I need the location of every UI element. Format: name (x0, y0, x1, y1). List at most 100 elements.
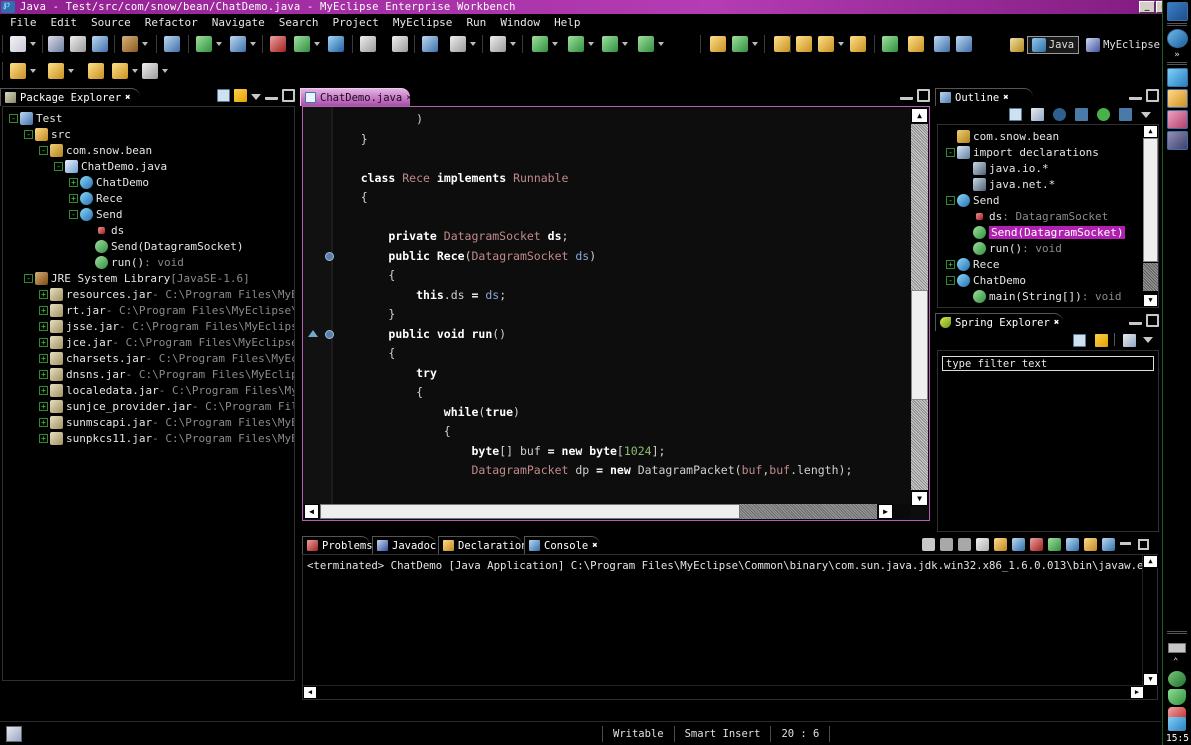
run-icon[interactable] (566, 34, 586, 54)
outline-tree[interactable]: com.snow.bean-import declarationsjava.io… (938, 125, 1140, 304)
collapse-all-icon[interactable] (1009, 108, 1022, 121)
close-icon[interactable]: ✖ (125, 93, 130, 103)
save-icon[interactable] (46, 34, 66, 54)
myeclipse-window-icon[interactable] (1167, 68, 1188, 87)
collapse-icon[interactable]: - (9, 114, 18, 123)
external-tools-icon[interactable] (636, 34, 656, 54)
tree-item[interactable]: -Send (7, 206, 294, 222)
tree-item[interactable]: +sunmscapi.jar - C:\Program Files\MyEcli (7, 414, 294, 430)
terminate-icon[interactable] (922, 538, 935, 551)
collapse-all-icon[interactable] (217, 89, 230, 102)
expand-icon[interactable]: + (946, 260, 955, 269)
menu-myeclipse[interactable]: MyEclipse (386, 15, 460, 30)
hide-local-icon[interactable] (1119, 108, 1132, 121)
run-config-icon[interactable] (600, 34, 620, 54)
hide-static-icon[interactable] (1075, 108, 1088, 121)
print-icon[interactable] (90, 34, 110, 54)
paint-window-icon[interactable] (1167, 110, 1188, 129)
expand-icon[interactable]: + (69, 178, 78, 187)
open-task-icon[interactable] (794, 34, 814, 54)
collapse-all-icon[interactable] (1073, 334, 1086, 347)
source-code[interactable]: ) } class Rece implements Runnable { pri… (333, 107, 909, 504)
scroll-right-icon[interactable]: ▶ (878, 504, 893, 519)
refresh-icon[interactable] (390, 34, 410, 54)
tree-item[interactable]: Send(DatagramSocket) (942, 224, 1140, 240)
tab-declaration[interactable]: Declaration (438, 536, 522, 554)
explorer-window-icon[interactable] (1167, 89, 1188, 108)
sort-icon[interactable] (1123, 334, 1136, 347)
collapse-icon[interactable]: - (24, 130, 33, 139)
console-hscrollbar[interactable]: ◀ ▶ (303, 685, 1144, 699)
tree-item[interactable]: Send(DatagramSocket) (7, 238, 294, 254)
chart-icon[interactable] (420, 34, 440, 54)
display-selected-console-icon[interactable] (1030, 538, 1043, 551)
link-with-editor-icon[interactable] (234, 89, 247, 102)
camera-icon-dropdown-arrow[interactable] (510, 42, 516, 46)
maximize-icon[interactable] (282, 89, 295, 102)
tree-item[interactable]: -ChatDemo (942, 272, 1140, 288)
expand-icon[interactable]: + (39, 306, 48, 315)
tree-item[interactable]: +Rece (942, 256, 1140, 272)
tree-item[interactable]: +dnsns.jar - C:\Program Files\MyEclipse\ (7, 366, 294, 382)
maximize-icon[interactable] (1146, 89, 1159, 102)
hide-nonpublic-icon[interactable] (1097, 108, 1110, 121)
link-with-editor-icon[interactable] (1095, 334, 1108, 347)
hscroll-track[interactable] (740, 504, 877, 519)
tab-package-explorer[interactable]: Package Explorer ✖ (0, 88, 140, 106)
refresh-project-icon[interactable] (730, 34, 750, 54)
menu-help[interactable]: Help (547, 15, 588, 30)
expand-icon[interactable]: + (39, 386, 48, 395)
tree-item[interactable]: -Test (7, 110, 294, 126)
toggle-mark-occurrences-icon[interactable] (954, 34, 974, 54)
export-icon-dropdown-arrow[interactable] (68, 69, 74, 73)
remove-all-launches-icon[interactable] (958, 538, 971, 551)
db-browser-icon[interactable] (292, 34, 312, 54)
tree-item[interactable]: run() : void (7, 254, 294, 270)
tree-item[interactable]: ds (7, 222, 294, 238)
expand-icon[interactable]: + (39, 370, 48, 379)
expand-icon[interactable]: + (39, 290, 48, 299)
hscroll-thumb[interactable] (320, 504, 740, 519)
editor-hscrollbar[interactable]: ◀ ▶ (304, 504, 911, 519)
maximize-icon[interactable] (1138, 539, 1149, 550)
network-icon[interactable] (1168, 671, 1186, 687)
tree-item[interactable]: -ChatDemo.java (7, 158, 294, 174)
tree-item[interactable]: +resources.jar - C:\Program Files\MyEcli (7, 286, 294, 302)
menu-run[interactable]: Run (459, 15, 493, 30)
expand-icon[interactable]: + (39, 354, 48, 363)
new-icon-dropdown-arrow[interactable] (30, 42, 36, 46)
scroll-down-icon[interactable]: ▼ (1143, 673, 1158, 686)
hide-fields-icon[interactable] (1053, 108, 1066, 121)
scroll-down-icon[interactable]: ▼ (1143, 294, 1158, 307)
tray-eclipse-icon[interactable] (1168, 717, 1186, 731)
run-config-icon-dropdown-arrow[interactable] (622, 42, 628, 46)
tree-item[interactable]: -com.snow.bean (7, 142, 294, 158)
debug-icon-dropdown-arrow[interactable] (552, 42, 558, 46)
expand-icon[interactable]: + (39, 418, 48, 427)
tree-item[interactable]: +sunpkcs11.jar - C:\Program Files\MyEcli (7, 430, 294, 446)
vscroll-thumb[interactable] (1143, 138, 1158, 262)
export-icon[interactable] (46, 61, 66, 81)
pin-console-icon[interactable] (1012, 538, 1025, 551)
menu-edit[interactable]: Edit (44, 15, 85, 30)
search-icon[interactable] (448, 34, 468, 54)
expand-icon[interactable]: + (39, 402, 48, 411)
view-menu-icon[interactable] (1143, 337, 1153, 343)
collapse-icon[interactable]: - (39, 146, 48, 155)
scroll-right-icon[interactable]: ▶ (1130, 686, 1144, 699)
minimize-icon[interactable] (1129, 91, 1142, 100)
new-java-package-icon-dropdown-arrow[interactable] (216, 42, 222, 46)
fold-marker-icon[interactable] (325, 330, 334, 339)
minimize-icon[interactable] (900, 91, 913, 100)
view-menu-icon[interactable] (251, 94, 261, 100)
minimize-button[interactable]: _ (1139, 1, 1155, 13)
db-browser-icon-dropdown-arrow[interactable] (314, 42, 320, 46)
menu-navigate[interactable]: Navigate (205, 15, 272, 30)
tree-item[interactable]: -src (7, 126, 294, 142)
minimize-icon[interactable] (265, 91, 278, 100)
import-icon-dropdown-arrow[interactable] (30, 69, 36, 73)
outline-vscrollbar[interactable]: ▲ ▼ (1143, 125, 1158, 307)
last-edit-location-icon[interactable] (932, 34, 952, 54)
tree-item[interactable]: ds : DatagramSocket (942, 208, 1140, 224)
scroll-up-icon[interactable]: ▲ (1143, 125, 1158, 138)
